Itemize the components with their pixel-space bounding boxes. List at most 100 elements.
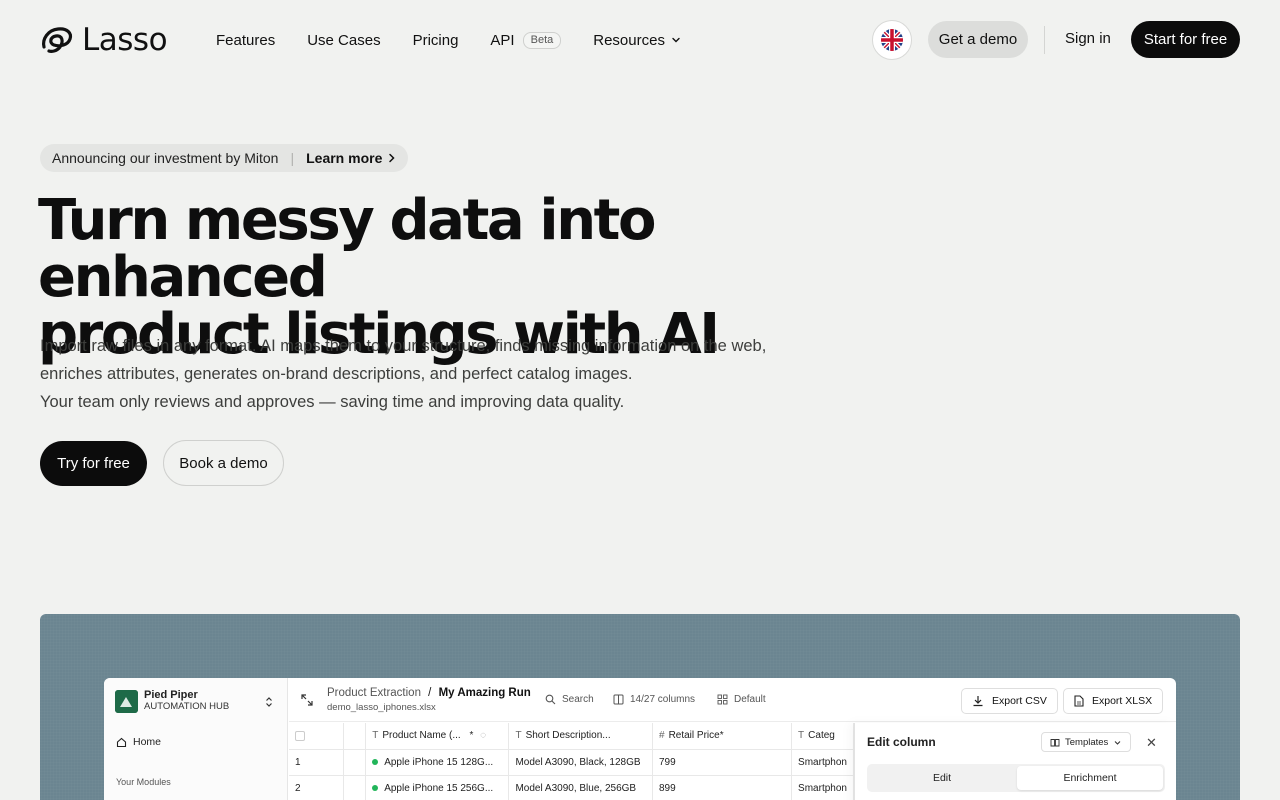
select-all-cell[interactable] [289, 723, 344, 750]
tab-enrichment[interactable]: Enrichment [1017, 766, 1163, 790]
app-window: Pied Piper AUTOMATION HUB Home Your Modu… [104, 678, 1176, 800]
file-icon [1074, 695, 1084, 707]
columns-label: 14/27 columns [630, 694, 696, 705]
description-cell: Model A3090, Black, 128GB [508, 749, 653, 776]
breadcrumb-parent[interactable]: Product Extraction [327, 687, 421, 699]
column-header[interactable]: # Retail Price* [652, 723, 793, 750]
breadcrumb: Product Extraction / My Amazing Run [327, 687, 531, 699]
nav-divider [1044, 26, 1045, 54]
download-icon [973, 696, 983, 707]
nav-link-api-label: API [490, 31, 515, 49]
app-sidebar: Pied Piper AUTOMATION HUB Home Your Modu… [104, 678, 288, 800]
row-index: 1 [289, 749, 344, 776]
workspace-switcher[interactable]: Pied Piper AUTOMATION HUB [115, 689, 229, 713]
file-name: demo_lasso_iphones.xlsx [327, 702, 436, 713]
panel-tabs: Edit Enrichment [867, 764, 1165, 792]
learn-more-link[interactable]: Learn more [306, 150, 396, 166]
column-header[interactable]: T Short Description... [508, 723, 653, 750]
description-cell: Model A3090, Blue, 256GB [508, 775, 653, 800]
hero-subtitle-line: Your team only reviews and approves — sa… [40, 393, 625, 411]
sidebar-section-heading: Your Modules [116, 777, 171, 787]
book-demo-button[interactable]: Book a demo [163, 440, 284, 486]
checkbox[interactable] [295, 730, 305, 741]
announcement-separator: | [290, 150, 295, 166]
app-toolbar: Product Extraction / My Amazing Run demo… [289, 678, 1176, 722]
nav-link-pricing[interactable]: Pricing [413, 32, 459, 49]
price-cell: 899 [652, 775, 793, 800]
nav-link-api[interactable]: API Beta [490, 31, 562, 49]
table-header-row: T Product Name (... * ◌ T Short Descriptio… [289, 723, 854, 750]
price-cell: 799 [652, 749, 793, 776]
product-name-cell: Apple iPhone 15 128G... [365, 749, 510, 776]
app-preview-panel: Pied Piper AUTOMATION HUB Home Your Modu… [40, 614, 1240, 800]
column-header-label: Categ [808, 730, 835, 742]
spacer-cell [343, 749, 367, 776]
lasso-logo-icon [42, 27, 73, 53]
status-dot [372, 758, 379, 765]
brand-name: Lasso [82, 22, 168, 58]
category-cell: Smartphon [791, 749, 854, 776]
language-button[interactable] [872, 20, 912, 60]
columns-button[interactable]: 14/27 columns [613, 694, 695, 705]
column-header-label: Product Name (... [382, 730, 461, 742]
product-name: Apple iPhone 15 256G... [384, 782, 494, 794]
chevron-right-icon [389, 153, 395, 163]
hero-subtitle-line: Import raw files in any format. AI maps … [40, 337, 767, 355]
close-icon[interactable]: ✕ [1146, 736, 1157, 749]
product-name-cell: Apple iPhone 15 256G... [365, 775, 510, 800]
try-free-button[interactable]: Try for free [40, 441, 147, 486]
view-button[interactable]: Default [717, 694, 766, 705]
nav-link-resources[interactable]: Resources [593, 32, 681, 49]
announcement-pill[interactable]: Announcing our investment by Miton | Lea… [40, 144, 409, 172]
column-header-label: Retail Price [668, 730, 720, 742]
sign-in-link[interactable]: Sign in [1065, 30, 1111, 47]
grid-icon [717, 694, 728, 705]
templates-dropdown[interactable]: Templates [1041, 732, 1132, 752]
view-label: Default [734, 694, 766, 705]
search-label: Search [562, 694, 594, 705]
nav-links: Features Use Cases Pricing API Beta Reso… [216, 30, 713, 50]
product-name: Apple iPhone 15 128G... [384, 756, 494, 768]
panel-title: Edit column [867, 735, 936, 749]
column-header[interactable]: T Product Name (... * ◌ [365, 723, 510, 750]
nav-link-use-cases[interactable]: Use Cases [307, 32, 380, 49]
edit-column-panel: Edit column Templates ✕ Edit Enrichment [854, 723, 1176, 800]
workspace-subtitle: AUTOMATION HUB [144, 701, 230, 712]
columns-icon [613, 694, 624, 705]
sidebar-item-label: Home [133, 736, 162, 748]
column-header[interactable]: T Categ [791, 723, 854, 750]
workspace-name: Pied Piper [144, 689, 198, 701]
export-xlsx-label: Export XLSX [1092, 695, 1153, 707]
breadcrumb-separator: / [428, 687, 432, 699]
uk-flag-icon [881, 29, 903, 51]
hero-title-line: Turn messy data into enhanced [38, 188, 657, 310]
column-header-label: Short Description... [525, 730, 611, 742]
category-cell: Smartphon [791, 775, 854, 800]
expand-icon[interactable] [301, 694, 313, 706]
get-demo-button[interactable]: Get a demo [928, 21, 1028, 58]
learn-more-label: Learn more [306, 150, 383, 166]
export-csv-button[interactable]: Export CSV [961, 688, 1058, 714]
home-icon [116, 737, 127, 747]
beta-badge: Beta [522, 31, 562, 49]
tab-edit[interactable]: Edit [869, 766, 1015, 790]
breadcrumb-current: My Amazing Run [438, 687, 531, 699]
workspace-logo-icon [115, 689, 138, 713]
search-button[interactable]: Search [545, 694, 594, 705]
export-xlsx-button[interactable]: Export XLSX [1063, 688, 1164, 714]
brand-logo[interactable]: Lasso [40, 22, 168, 58]
announcement-text: Announcing our investment by Miton [52, 150, 279, 166]
hero-subtitle: Import raw files in any format. AI maps … [40, 332, 840, 416]
nav-link-resources-label: Resources [593, 31, 665, 49]
spacer-cell [343, 723, 367, 750]
spacer-cell [343, 775, 367, 800]
sidebar-item-home[interactable]: Home [116, 736, 161, 748]
hero-subtitle-line: enriches attributes, generates on-brand … [40, 365, 633, 383]
table-row[interactable]: 2 Apple iPhone 15 256G... Model A3090, B… [289, 775, 854, 800]
export-csv-label: Export CSV [992, 695, 1047, 707]
start-free-button[interactable]: Start for free [1131, 21, 1240, 58]
table-row[interactable]: 1 Apple iPhone 15 128G... Model A3090, B… [289, 749, 854, 776]
chevron-up-down-icon[interactable] [265, 696, 273, 708]
row-index: 2 [289, 775, 344, 800]
nav-link-features[interactable]: Features [216, 32, 275, 49]
